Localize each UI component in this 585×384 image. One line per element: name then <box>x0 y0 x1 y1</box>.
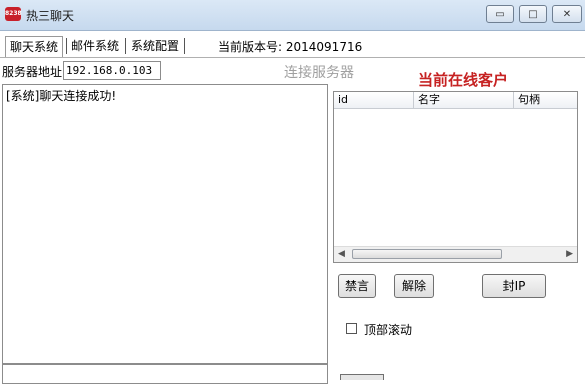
tab-chat-system[interactable]: 聊天系统 <box>5 36 64 57</box>
column-header-name[interactable]: 名字 <box>414 92 514 108</box>
tab-system-config[interactable]: 系统配置 <box>127 36 183 56</box>
unmute-button[interactable]: 解除 <box>394 274 434 298</box>
tab-separator <box>184 38 185 54</box>
scroll-top-checkbox[interactable] <box>346 323 357 334</box>
scroll-right-arrow-icon[interactable]: ▶ <box>566 249 573 259</box>
mute-button[interactable]: 禁言 <box>338 274 376 298</box>
version-label: 当前版本号: <box>218 40 283 54</box>
scroll-top-label[interactable]: 顶部滚动 <box>364 321 412 338</box>
tab-mail-system[interactable]: 邮件系统 <box>67 36 123 56</box>
column-header-id[interactable]: id <box>334 92 414 108</box>
server-address-label: 服务器地址 <box>2 65 63 79</box>
chat-log[interactable]: [系统]聊天连接成功! <box>2 84 328 364</box>
horizontal-scrollbar[interactable]: ◀ ▶ <box>334 246 577 262</box>
scroll-left-arrow-icon[interactable]: ◀ <box>338 249 345 259</box>
online-clients-title: 当前在线客户 <box>418 71 509 89</box>
scrollbar-thumb[interactable] <box>352 249 502 259</box>
version-value: 2014091716 <box>285 40 363 54</box>
tab-separator <box>125 38 126 54</box>
close-button[interactable]: ✕ <box>552 5 582 23</box>
column-header-handle[interactable]: 句柄 <box>514 92 577 108</box>
minimize-button[interactable]: ▭ <box>486 5 514 23</box>
version-info: 当前版本号: 2014091716 <box>218 38 362 55</box>
send-button[interactable] <box>340 374 384 380</box>
ban-ip-button[interactable]: 封IP <box>482 274 546 298</box>
message-input[interactable] <box>2 364 328 384</box>
tab-underline <box>0 57 585 58</box>
server-address-input[interactable]: 192.168.0.103 <box>63 61 161 80</box>
online-clients-list[interactable]: id 名字 句柄 ◀ ▶ <box>333 91 578 263</box>
list-header: id 名字 句柄 <box>334 92 577 109</box>
app-icon: 8238 <box>5 7 22 21</box>
connect-server-button[interactable]: 连接服务器 <box>284 62 354 82</box>
window-title: 热三聊天 <box>26 9 75 23</box>
maximize-button[interactable]: □ <box>519 5 547 23</box>
